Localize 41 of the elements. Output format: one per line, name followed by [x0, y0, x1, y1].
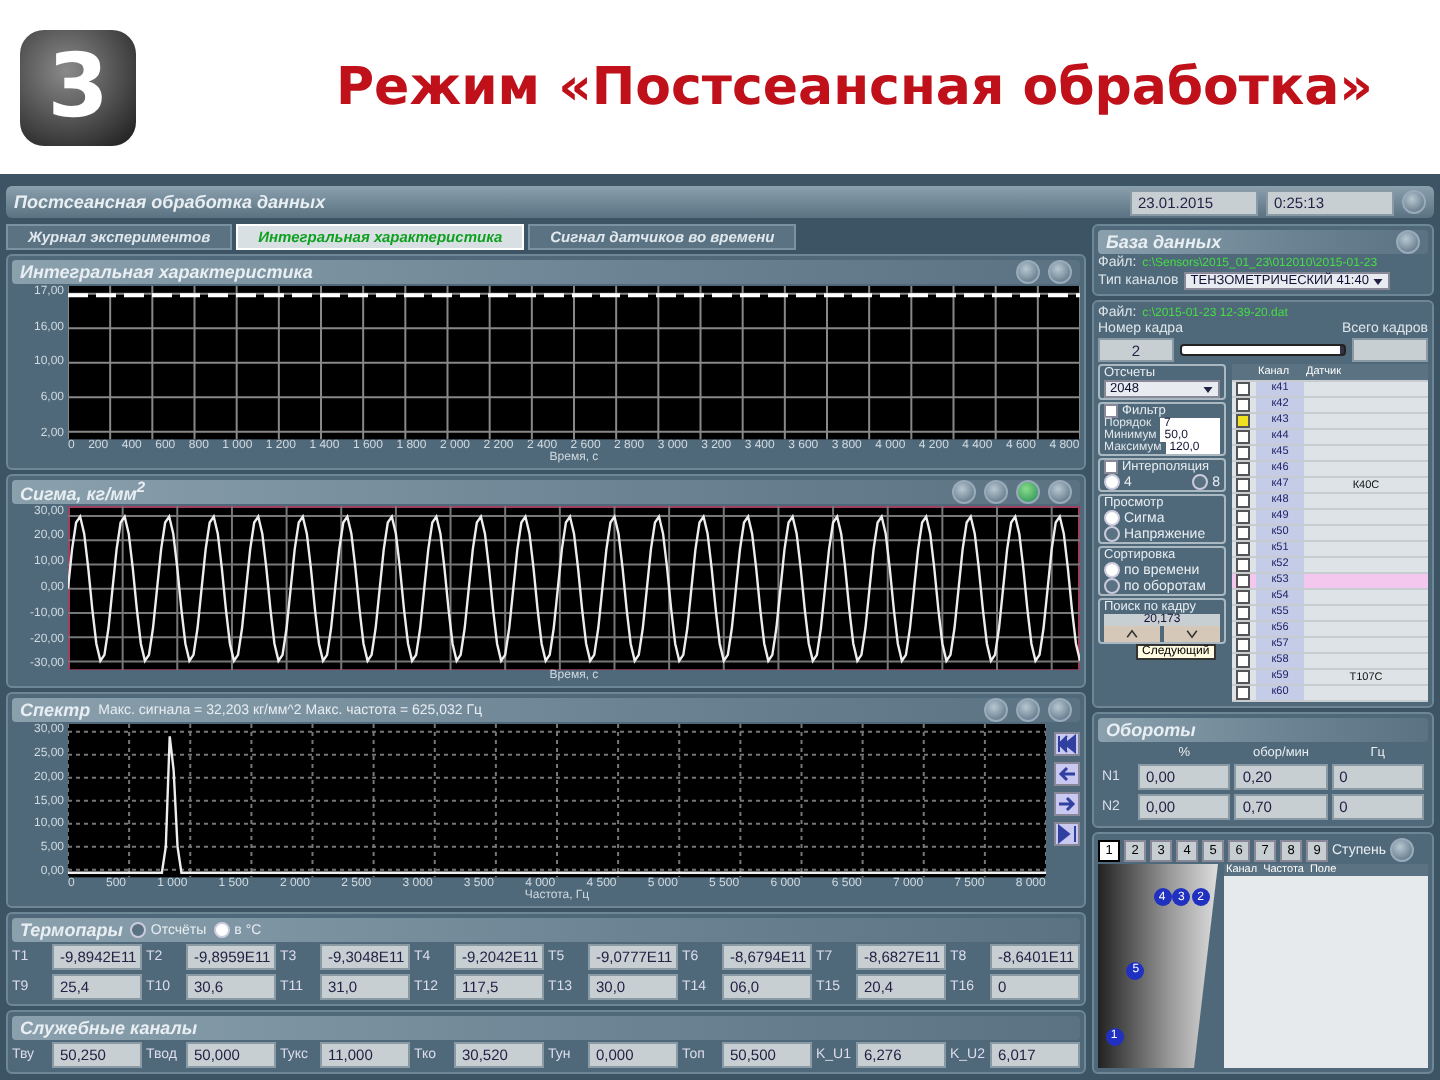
logo: 3 — [20, 29, 136, 145]
panel-title: Интегральная характеристика — [20, 262, 313, 282]
next-button[interactable] — [1164, 626, 1220, 642]
checkbox[interactable] — [1236, 590, 1250, 604]
panel-title: База данных — [1106, 232, 1222, 252]
checkbox[interactable] — [1236, 478, 1250, 492]
caret-icon — [1372, 275, 1385, 287]
slide-title: Режим «Постсеансная обработка» — [336, 57, 1373, 117]
checkbox[interactable] — [1236, 654, 1250, 668]
last-icon[interactable] — [1054, 822, 1080, 847]
checkbox[interactable] — [1236, 558, 1250, 572]
panel-title: Служебные каналы — [20, 1018, 198, 1039]
caret-icon — [1202, 383, 1214, 395]
arrow-left-icon[interactable] — [1054, 762, 1080, 787]
checkbox[interactable] — [1236, 494, 1250, 508]
first-icon[interactable] — [1054, 732, 1080, 757]
checkbox[interactable] — [1236, 382, 1250, 396]
checkbox[interactable] — [1236, 542, 1250, 556]
arrow-right-icon[interactable] — [1054, 792, 1080, 817]
checkbox[interactable] — [1236, 638, 1250, 652]
caret-up-icon — [1124, 626, 1140, 642]
checkbox[interactable] — [1236, 526, 1250, 540]
checkbox[interactable] — [1236, 430, 1250, 444]
checkbox[interactable] — [1236, 670, 1250, 684]
panel-title: Термопары — [20, 920, 123, 941]
checkbox[interactable] — [1236, 414, 1250, 428]
panel-title: Сигма, кг/мм$^{2}$ — [20, 478, 146, 505]
checkbox[interactable] — [1236, 622, 1250, 636]
checkbox[interactable] — [1236, 398, 1250, 412]
checkbox[interactable] — [1236, 686, 1250, 700]
frame-slider[interactable] — [1180, 344, 1346, 356]
window-title: Постсеансная обработка данных — [14, 192, 326, 212]
checkbox[interactable] — [1236, 462, 1250, 476]
previous-button[interactable] — [1104, 626, 1160, 642]
caret-down-icon — [1184, 626, 1200, 642]
checkbox[interactable] — [1236, 510, 1250, 524]
checkbox[interactable] — [1236, 606, 1250, 620]
checkbox[interactable] — [1236, 574, 1250, 588]
checkbox[interactable] — [1236, 446, 1250, 460]
panel-title: Спектр — [20, 700, 91, 721]
panel-title: Обороты — [1106, 720, 1196, 740]
